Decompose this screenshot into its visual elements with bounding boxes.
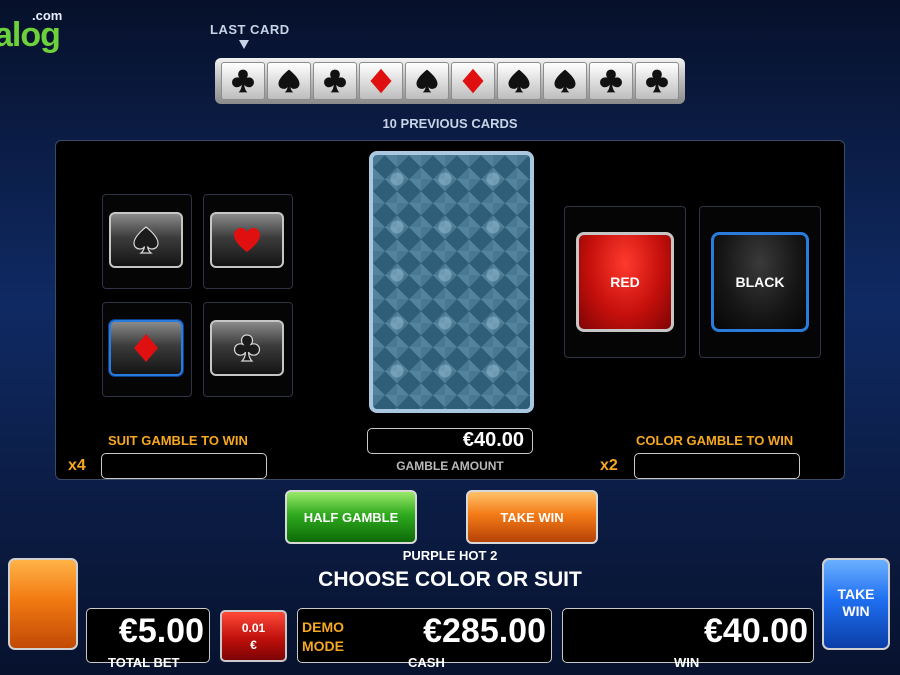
win-value: €40.00: [704, 612, 808, 650]
suit-cell-spade: [102, 194, 192, 289]
gamble-amount-value: €40.00: [367, 428, 533, 454]
take-win-side-line2: WIN: [842, 603, 870, 619]
suit-gamble-multiplier: x4: [68, 457, 86, 474]
history-card-club: [313, 62, 357, 100]
spade-icon: [133, 226, 159, 254]
suit-button-heart[interactable]: [210, 212, 284, 268]
color-cell-red: RED: [564, 206, 686, 358]
heart-icon: [234, 228, 260, 252]
suit-button-spade[interactable]: [109, 212, 183, 268]
color-gamble-label: COLOR GAMBLE TO WIN: [636, 433, 794, 448]
denomination-currency: €: [250, 638, 257, 652]
club-icon: [232, 69, 254, 93]
black-button[interactable]: BLACK: [711, 232, 809, 332]
take-win-side-button[interactable]: TAKE WIN: [822, 558, 890, 650]
demo-label-line1: DEMO: [302, 619, 344, 635]
suit-cell-heart: [203, 194, 293, 289]
cash-value: €285.00: [423, 612, 546, 650]
spade-icon: [278, 69, 300, 93]
gamble-amount-label: GAMBLE AMOUNT: [396, 459, 504, 473]
total-bet-label: TOTAL BET: [108, 655, 180, 670]
diamond-icon: [134, 334, 158, 362]
history-card-club: [635, 62, 679, 100]
history-card-spade: [543, 62, 587, 100]
club-icon: [324, 69, 346, 93]
suit-cell-club: [203, 302, 293, 397]
red-button[interactable]: RED: [576, 232, 674, 332]
history-card-club: [221, 62, 265, 100]
total-bet-value: €5.00: [118, 612, 204, 650]
club-icon: [646, 69, 668, 93]
menu-button[interactable]: [8, 558, 78, 650]
last-card-arrow-icon: [239, 40, 249, 49]
club-icon: [600, 69, 622, 93]
diamond-icon: [370, 68, 392, 94]
logo-text: alog: [0, 16, 61, 54]
suit-gamble-label: SUIT GAMBLE TO WIN: [108, 433, 248, 448]
history-card-spade: [497, 62, 541, 100]
diamond-icon: [462, 68, 484, 94]
history-card-club: [589, 62, 633, 100]
history-card-spade: [405, 62, 449, 100]
suit-button-club[interactable]: [210, 320, 284, 376]
demo-label-line2: MODE: [302, 638, 344, 654]
color-gamble-win-box: [634, 453, 800, 479]
history-card-diamond: [451, 62, 495, 100]
club-icon: [233, 334, 261, 362]
history-card-spade: [267, 62, 311, 100]
spade-icon: [554, 69, 576, 93]
card-history-strip: [215, 58, 685, 104]
suit-button-diamond[interactable]: [109, 320, 183, 376]
half-gamble-button[interactable]: HALF GAMBLE: [285, 490, 417, 544]
suit-gamble-win-box: [101, 453, 267, 479]
history-card-diamond: [359, 62, 403, 100]
gamble-panel: €40.00 GAMBLE AMOUNT RED BLACK SUIT GAMB…: [55, 140, 845, 480]
demo-mode-label: DEMO MODE: [302, 618, 344, 656]
spade-icon: [416, 69, 438, 93]
suit-cell-diamond: [102, 302, 192, 397]
take-win-button[interactable]: TAKE WIN: [466, 490, 598, 544]
instruction-text: CHOOSE COLOR OR SUIT: [318, 568, 582, 591]
spade-icon: [508, 69, 530, 93]
face-down-card: [369, 151, 534, 413]
denomination-button[interactable]: 0.01 €: [220, 610, 287, 662]
game-title: PURPLE HOT 2: [402, 548, 498, 563]
previous-cards-label: 10 PREVIOUS CARDS: [382, 116, 518, 131]
win-label: WIN: [674, 655, 700, 670]
color-cell-black: BLACK: [699, 206, 821, 358]
denomination-value: 0.01: [241, 621, 266, 635]
last-card-label: LAST CARD: [210, 22, 290, 37]
take-win-side-line1: TAKE: [837, 586, 875, 602]
cash-label: CASH: [408, 655, 445, 670]
color-gamble-multiplier: x2: [600, 457, 618, 474]
